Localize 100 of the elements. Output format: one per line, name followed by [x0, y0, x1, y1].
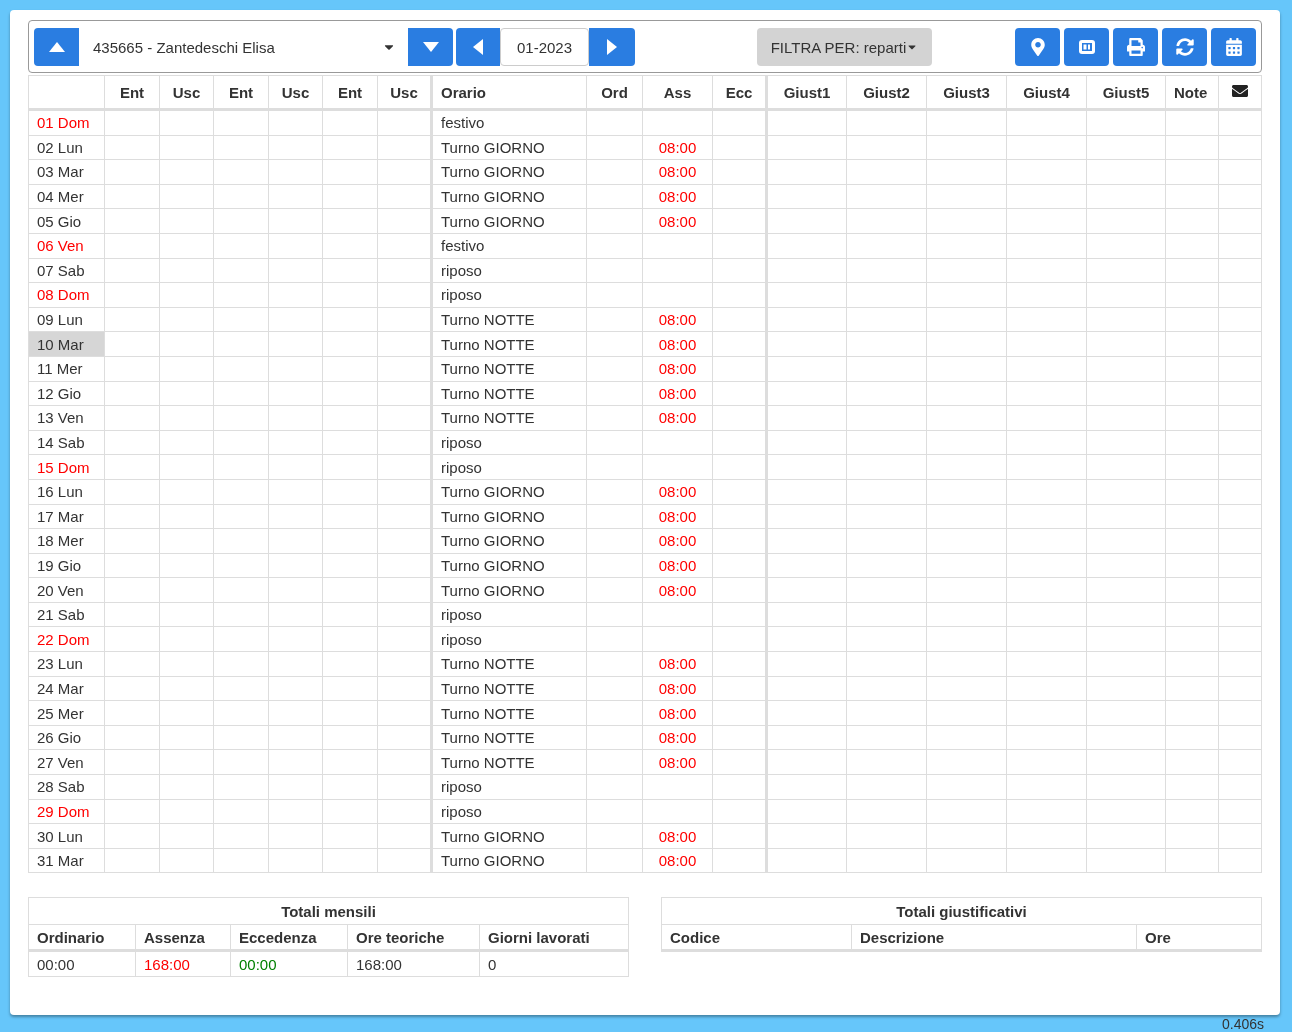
table-cell: Turno NOTTE [431, 651, 587, 677]
table-cell: Turno GIORNO [431, 577, 587, 603]
column-header: Giust5 [1086, 75, 1166, 110]
caret-up-icon [48, 42, 65, 52]
column-header: Usc [159, 75, 214, 110]
day-cell[interactable]: 26 Gio [28, 725, 105, 750]
month-field[interactable]: 01-2023 [500, 28, 589, 66]
day-cell[interactable]: 06 Ven [28, 233, 105, 259]
day-cell[interactable]: 13 Ven [28, 405, 105, 431]
caret-left-icon [473, 39, 483, 55]
table-cell: riposo [431, 602, 587, 627]
table-cell: 08:00 [642, 331, 713, 357]
refresh-button[interactable] [1162, 28, 1207, 66]
day-cell[interactable]: 23 Lun [28, 651, 105, 677]
column-header: Note [1165, 75, 1219, 110]
table-cell: Turno NOTTE [431, 749, 587, 775]
column-header: Eccedenza [230, 924, 348, 951]
table-cell: 08:00 [642, 577, 713, 603]
print-button[interactable] [1113, 28, 1158, 66]
table-cell: 08:00 [642, 528, 713, 554]
table-cell: Turno NOTTE [431, 725, 587, 750]
table-cell: riposo [431, 774, 587, 800]
calendar-button[interactable] [1211, 28, 1256, 66]
table-cell: Turno GIORNO [431, 823, 587, 849]
day-cell[interactable]: 19 Gio [28, 553, 105, 578]
table-cell: 08:00 [642, 749, 713, 775]
day-cell[interactable]: 04 Mer [28, 184, 105, 209]
column-header: Ore teoriche [347, 924, 480, 951]
print-icon [1126, 38, 1145, 56]
table-cell: riposo [431, 626, 587, 652]
next-employee-button[interactable] [408, 28, 453, 66]
column-header: Ordinario [28, 924, 136, 951]
day-cell[interactable]: 17 Mar [28, 504, 105, 529]
table-cell: riposo [431, 258, 587, 283]
day-cell[interactable]: 18 Mer [28, 528, 105, 554]
day-cell[interactable]: 14 Sab [28, 430, 105, 455]
table-title: Totali giustificativi [661, 897, 1262, 925]
day-cell[interactable]: 08 Dom [28, 282, 105, 308]
day-cell[interactable]: 12 Gio [28, 381, 105, 406]
table-cell: riposo [431, 282, 587, 308]
day-cell[interactable]: 28 Sab [28, 774, 105, 800]
table-cell: festivo [431, 109, 587, 136]
table-cell: Turno NOTTE [431, 381, 587, 406]
table-cell: Turno GIORNO [431, 528, 587, 554]
column-header: Assenza [135, 924, 231, 951]
map-pin-button[interactable] [1015, 28, 1060, 66]
day-cell[interactable]: 27 Ven [28, 749, 105, 775]
table-cell: 08:00 [642, 651, 713, 677]
day-cell[interactable]: 31 Mar [28, 848, 105, 873]
day-cell[interactable]: 10 Mar [28, 331, 105, 357]
table-cell: 08:00 [642, 356, 713, 382]
table-cell: Turno GIORNO [431, 553, 587, 578]
table-cell: 00:00 [230, 950, 348, 977]
day-cell[interactable]: 22 Dom [28, 626, 105, 652]
display-icon [1077, 39, 1096, 55]
table-cell: 08:00 [642, 848, 713, 873]
day-cell[interactable]: 29 Dom [28, 799, 105, 824]
table-cell: Turno NOTTE [431, 700, 587, 726]
day-cell[interactable]: 11 Mer [28, 356, 105, 382]
previous-employee-button[interactable] [34, 28, 79, 66]
previous-month-button[interactable] [456, 28, 500, 66]
day-cell[interactable]: 15 Dom [28, 454, 105, 480]
calendar-icon [1224, 38, 1243, 56]
day-cell[interactable]: 30 Lun [28, 823, 105, 849]
day-cell[interactable]: 05 Gio [28, 208, 105, 234]
table-cell: Turno NOTTE [431, 676, 587, 701]
table-cell: Turno NOTTE [431, 307, 587, 332]
table-cell: 08:00 [642, 208, 713, 234]
caret-right-icon [607, 39, 617, 55]
table-cell: 08:00 [642, 381, 713, 406]
table-title: Totali mensili [28, 897, 629, 925]
day-cell[interactable]: 09 Lun [28, 307, 105, 332]
table-cell: Turno GIORNO [431, 159, 587, 185]
day-cell[interactable]: 20 Ven [28, 577, 105, 603]
day-cell[interactable]: 21 Sab [28, 602, 105, 627]
table-cell: riposo [431, 454, 587, 480]
table-cell: 08:00 [642, 676, 713, 701]
column-header: Ord [586, 75, 643, 110]
table-cell: festivo [431, 233, 587, 259]
column-header: Usc [377, 75, 432, 110]
table-cell: 08:00 [642, 159, 713, 185]
table-cell: 00:00 [28, 950, 136, 977]
day-cell[interactable]: 02 Lun [28, 135, 105, 160]
display-button[interactable] [1064, 28, 1109, 66]
day-cell[interactable]: 24 Mar [28, 676, 105, 701]
day-cell[interactable]: 01 Dom [28, 109, 105, 136]
table-cell: 08:00 [642, 184, 713, 209]
day-cell[interactable]: 25 Mer [28, 700, 105, 726]
table-cell: Turno GIORNO [431, 184, 587, 209]
column-header: Codice [661, 924, 852, 951]
day-cell[interactable]: 07 Sab [28, 258, 105, 283]
day-cell[interactable]: 03 Mar [28, 159, 105, 185]
table-cell: 08:00 [642, 504, 713, 529]
table-cell: 0 [479, 950, 629, 977]
next-month-button[interactable] [589, 28, 635, 66]
day-cell[interactable]: 16 Lun [28, 479, 105, 504]
column-header: Ent [322, 75, 378, 110]
filter-button[interactable]: FILTRA PER: reparti [756, 28, 933, 66]
column-header: Usc [268, 75, 323, 110]
column-header: Ecc [712, 75, 767, 110]
